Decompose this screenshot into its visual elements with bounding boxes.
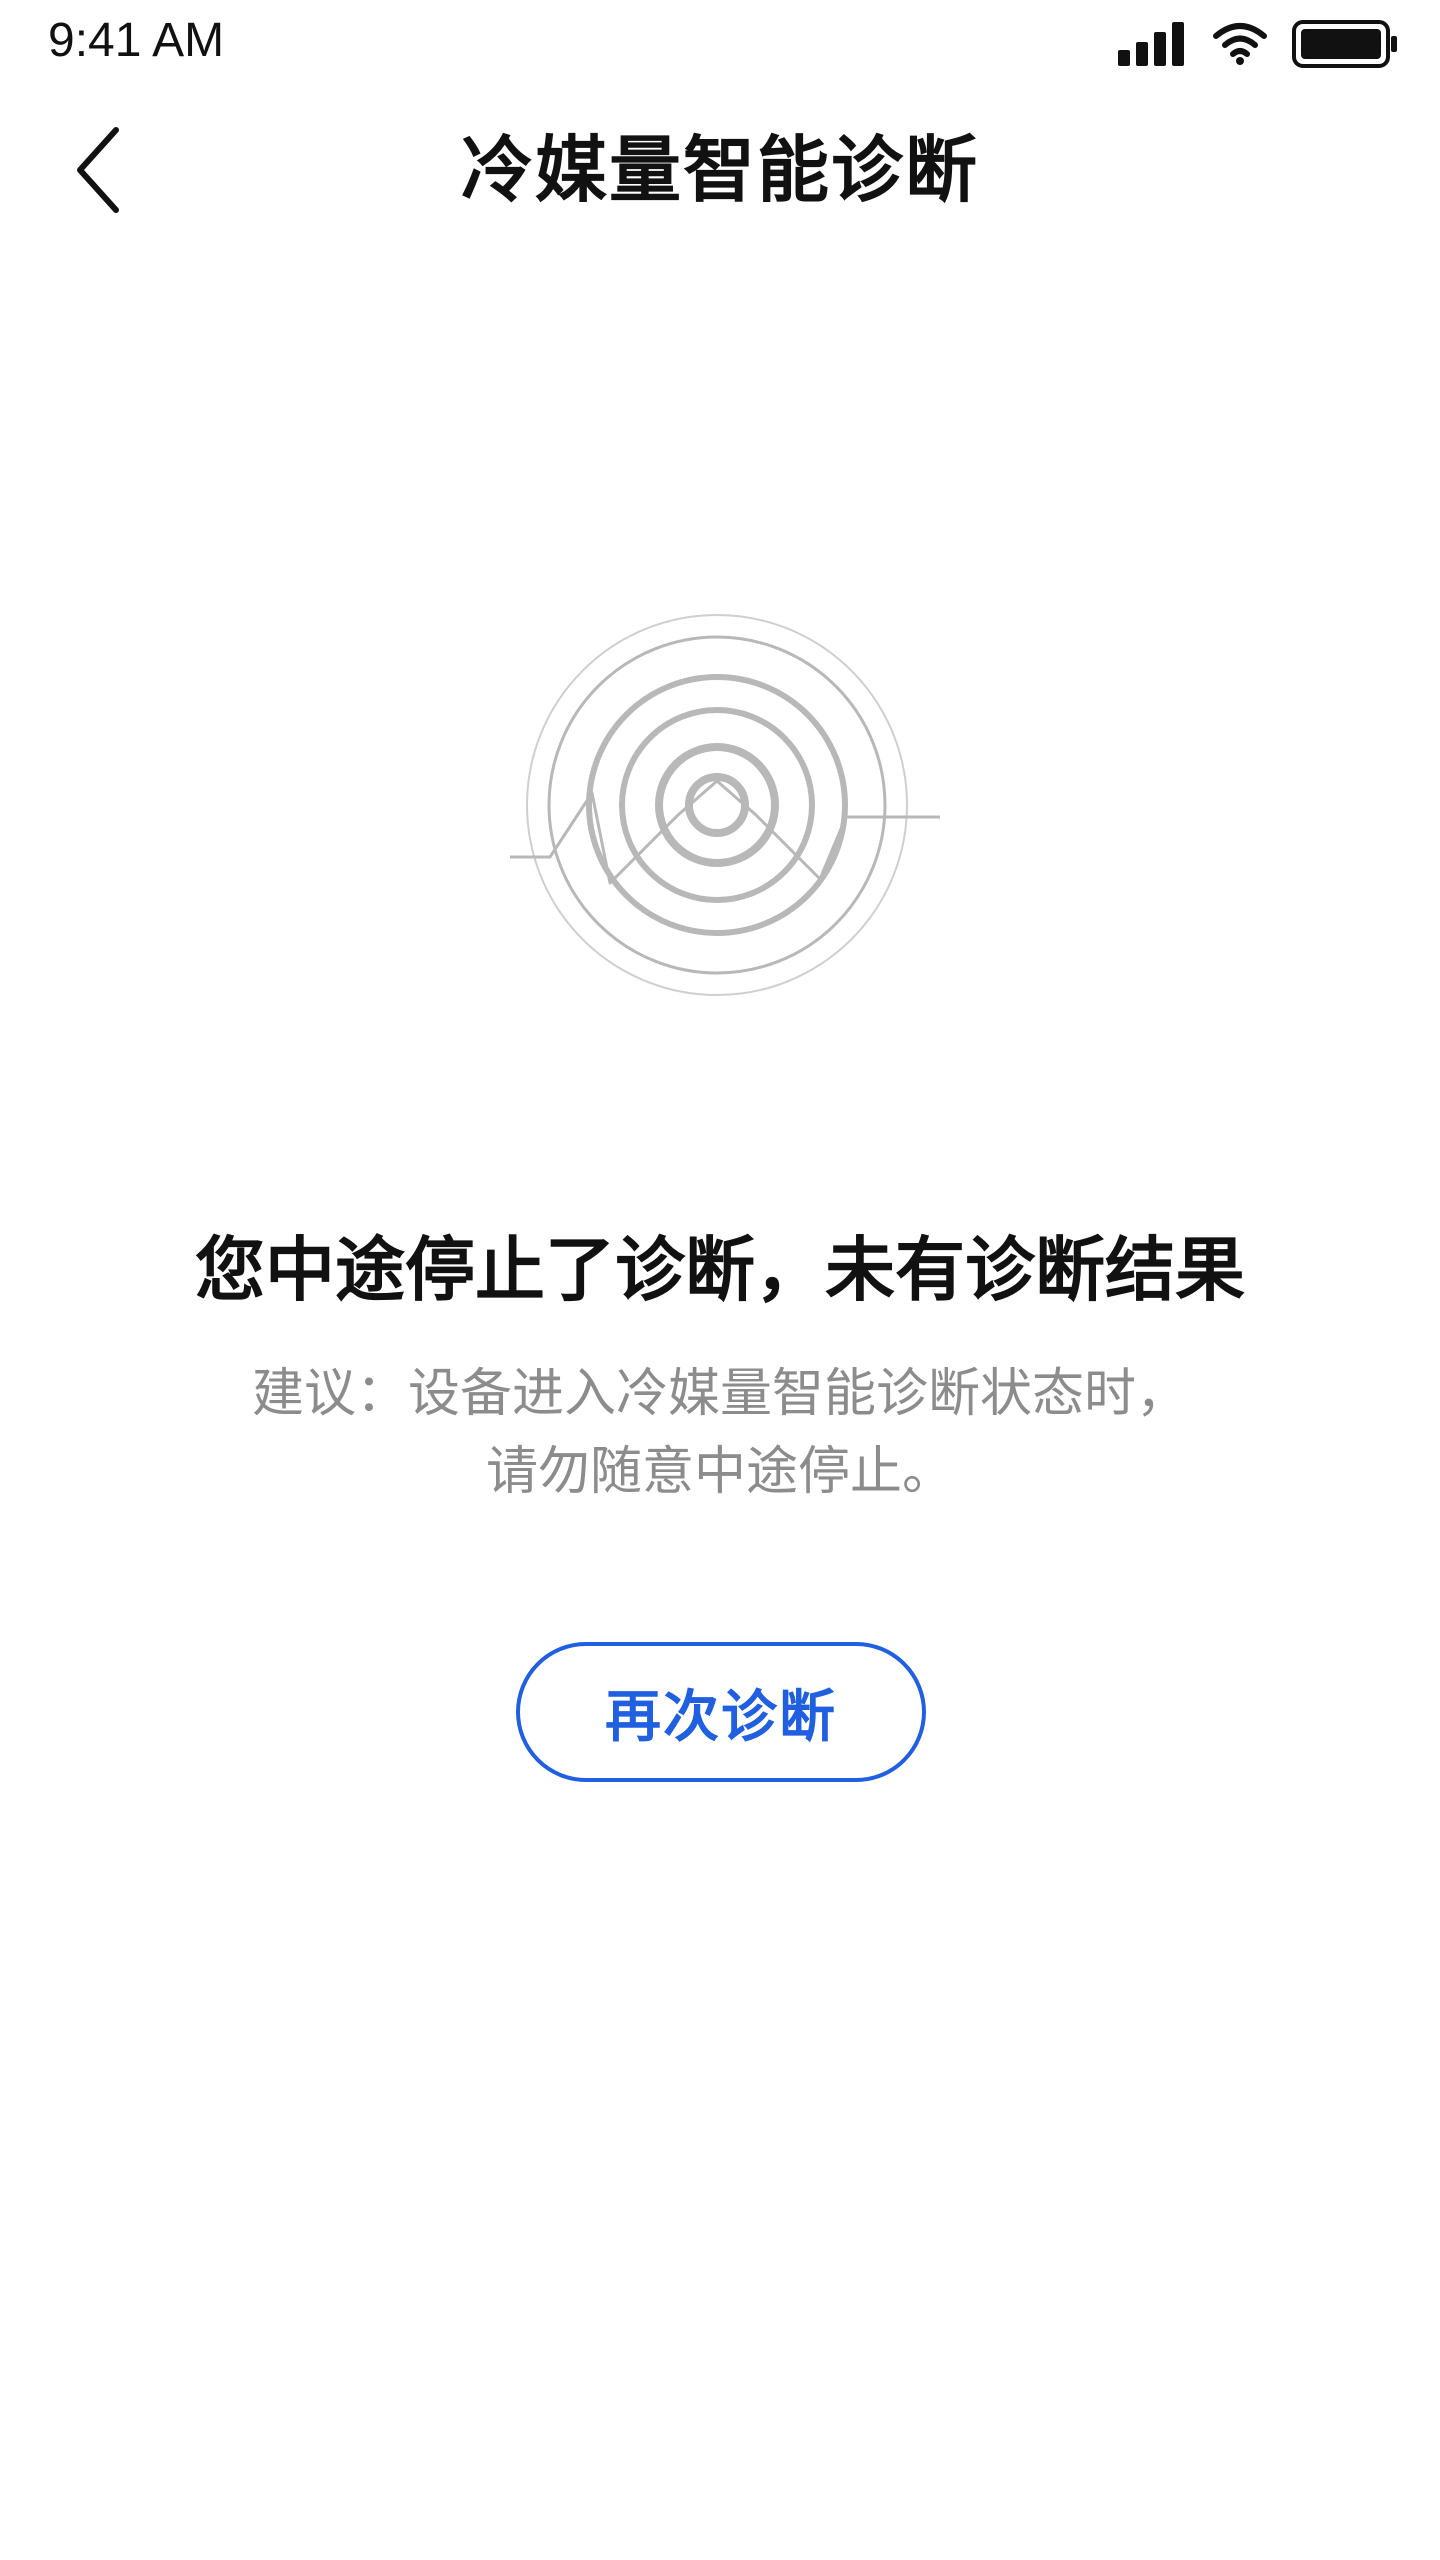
nav-bar: 冷媒量智能诊断 <box>0 110 1440 230</box>
retry-diagnosis-button[interactable]: 再次诊断 <box>516 1642 926 1782</box>
result-headline: 您中途停止了诊断，未有诊断结果 <box>195 1229 1245 1311</box>
suggestion-line-1: 建议：设备进入冷媒量智能诊断状态时， <box>251 1364 1188 1424</box>
cellular-signal-icon <box>1118 22 1184 66</box>
battery-icon <box>1292 20 1397 68</box>
status-time: 9:41 AM <box>48 14 225 67</box>
diagnosis-radar-icon <box>510 614 940 996</box>
suggestion-line-2: 请勿随意中途停止。 <box>485 1442 954 1502</box>
status-bar: 9:41 AM <box>0 0 1440 90</box>
diagnosis-illustration <box>500 605 950 1005</box>
status-icons <box>1118 16 1400 72</box>
suggestion-text: 建议：设备进入冷媒量智能诊断状态时， 请勿随意中途停止。 <box>140 1355 1300 1511</box>
wifi-icon <box>1213 23 1267 65</box>
page-title: 冷媒量智能诊断 <box>460 128 979 212</box>
